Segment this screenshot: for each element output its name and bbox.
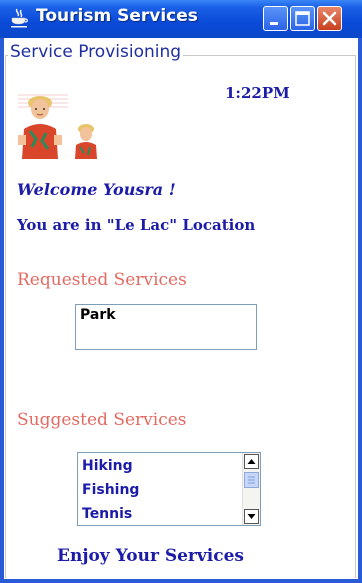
scroll-down-button[interactable] — [244, 509, 259, 524]
close-icon — [322, 11, 337, 26]
grip-icon — [248, 476, 255, 484]
app-window: Tourism Services Service Provisioning 1:… — [0, 0, 362, 583]
scroll-thumb[interactable] — [244, 472, 259, 488]
requested-services-title: Requested Services — [17, 270, 187, 290]
suggested-services-list[interactable]: Hiking Fishing Tennis — [77, 452, 261, 526]
list-item[interactable]: Tennis — [82, 505, 132, 523]
java-cup-icon — [11, 8, 28, 28]
requested-service-item: Park — [80, 307, 116, 323]
content-panel: Service Provisioning 1:22PM Welcome Yous… — [4, 38, 358, 579]
group-legend: Service Provisioning — [8, 42, 184, 62]
location-message: You are in "Le Lac" Location — [17, 216, 256, 234]
list-scrollbar[interactable] — [242, 453, 260, 525]
minimize-button[interactable] — [263, 6, 288, 31]
arrow-down-icon — [247, 514, 256, 519]
minimize-icon — [270, 22, 278, 25]
close-button[interactable] — [317, 6, 342, 31]
list-item[interactable]: Fishing — [82, 481, 139, 499]
suggested-services-title: Suggested Services — [17, 410, 187, 430]
requested-services-field[interactable]: Park — [75, 304, 257, 350]
list-item[interactable]: Hiking — [82, 457, 133, 475]
footer-message: Enjoy Your Services — [57, 546, 244, 566]
title-bar[interactable]: Tourism Services — [0, 0, 362, 38]
maximize-icon — [295, 11, 310, 26]
scroll-up-button[interactable] — [244, 454, 259, 469]
maximize-button[interactable] — [290, 6, 315, 31]
welcome-message: Welcome Yousra ! — [17, 180, 176, 199]
arrow-up-icon — [247, 459, 256, 464]
tourist-couple-image — [18, 94, 97, 159]
clock-time: 1:22PM — [225, 84, 290, 102]
window-title: Tourism Services — [36, 6, 198, 26]
